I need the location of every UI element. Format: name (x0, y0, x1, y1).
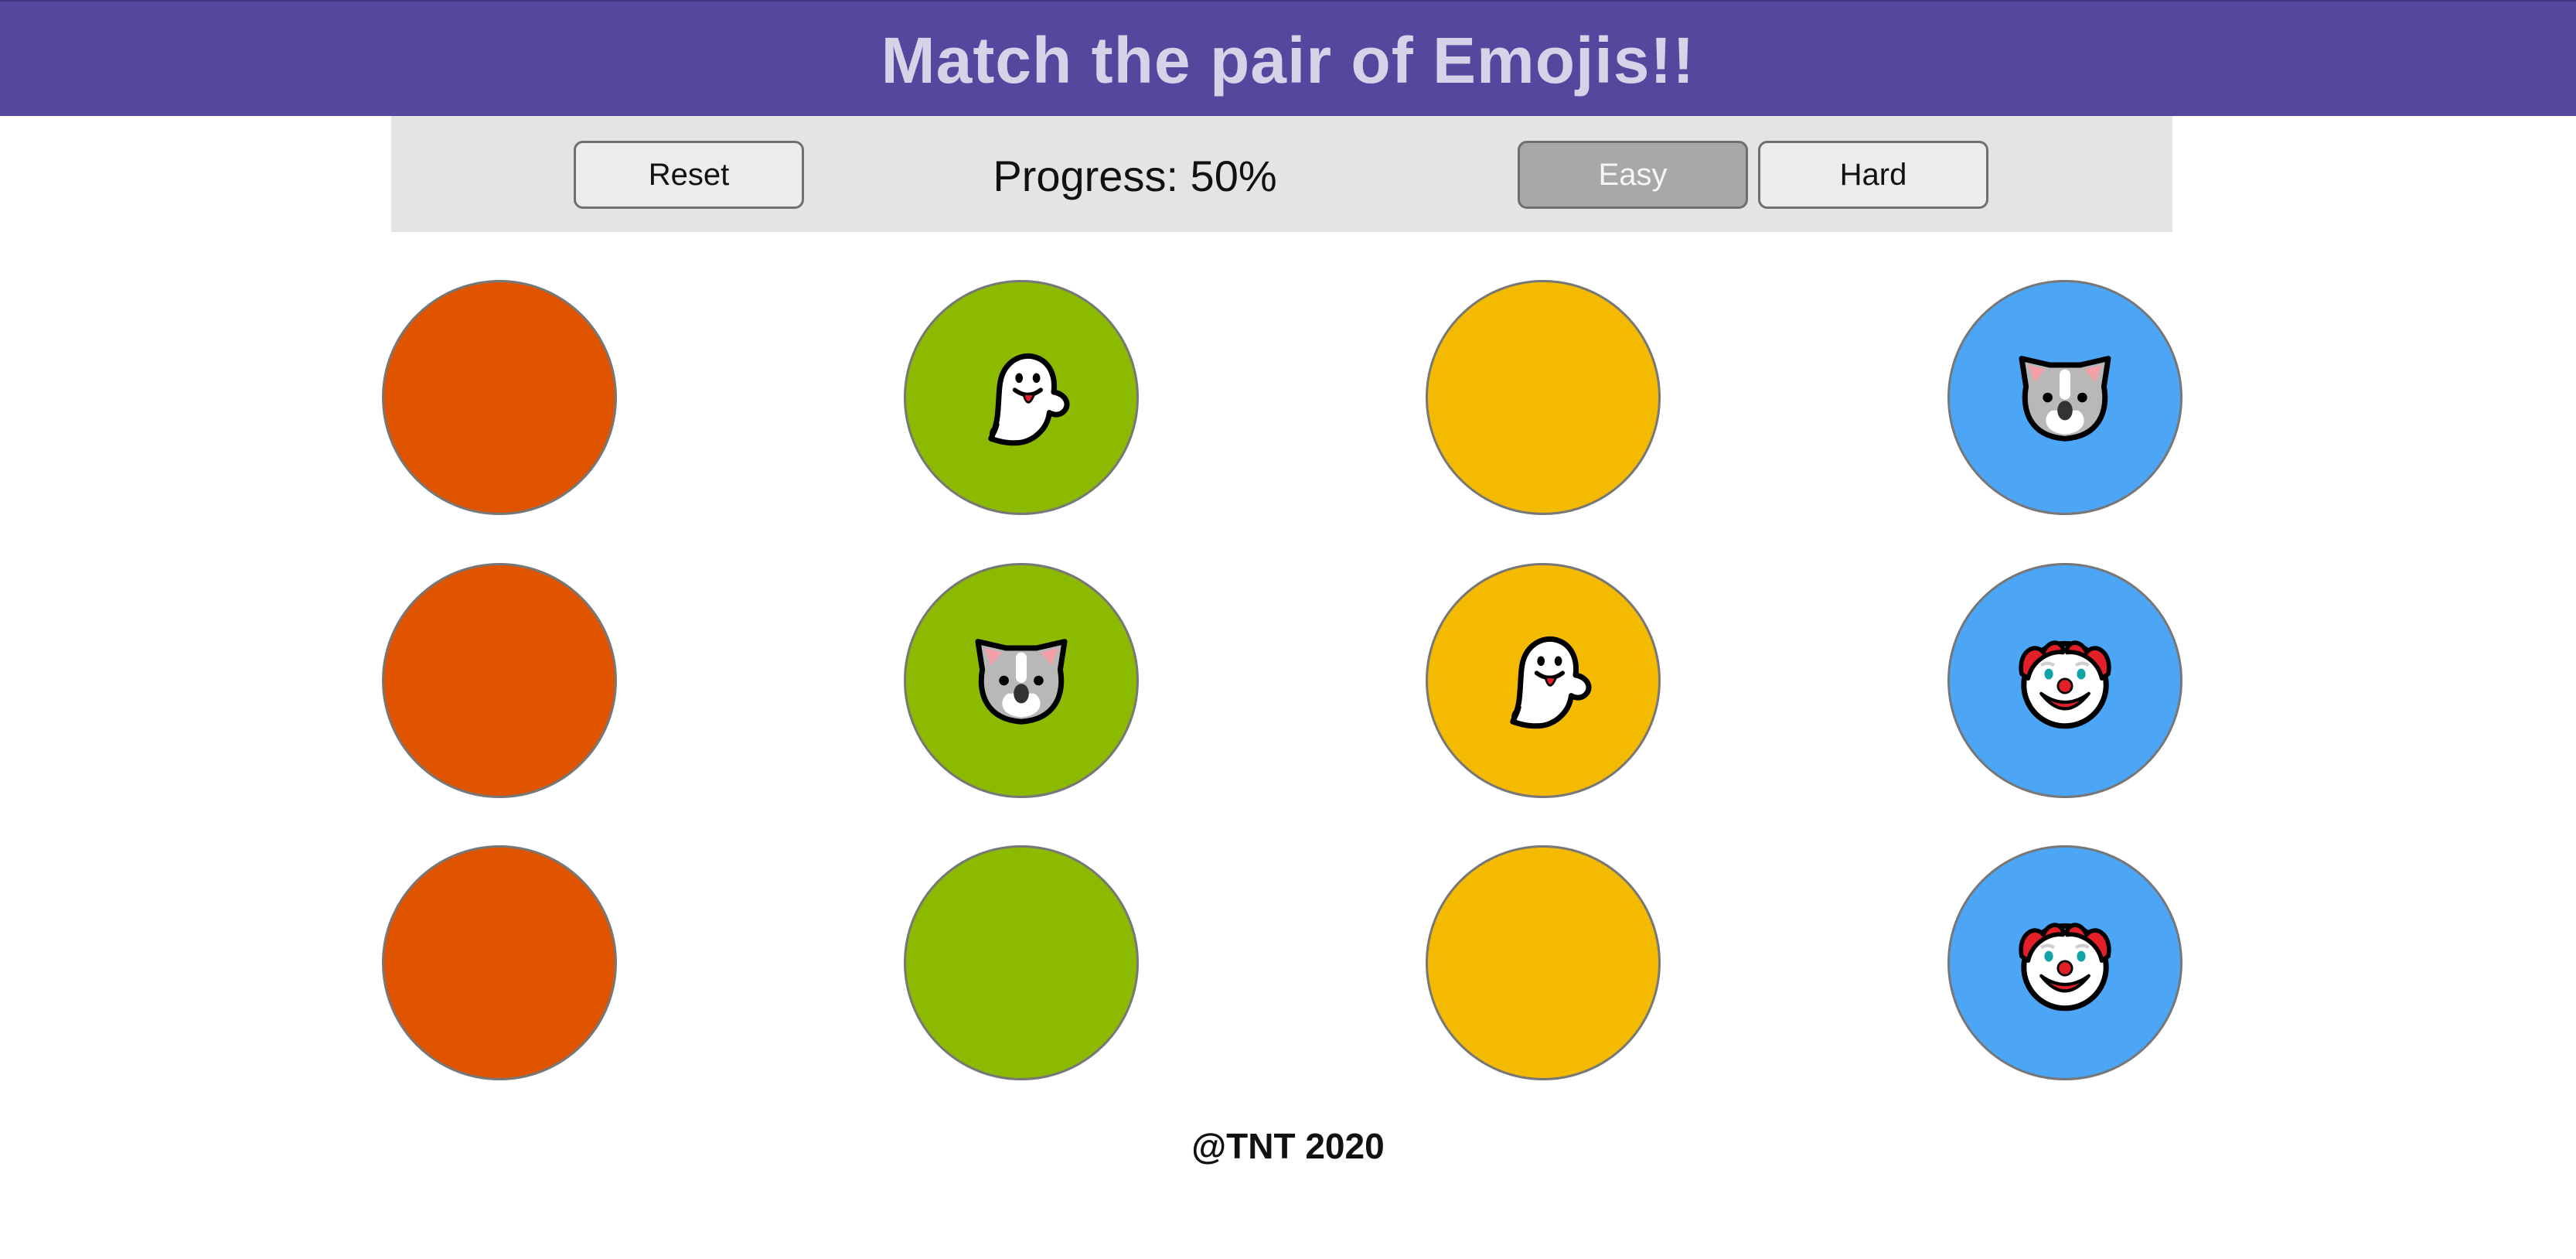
easy-mode-button[interactable]: Easy (1518, 141, 1748, 209)
card-10[interactable] (904, 845, 1139, 1080)
card-11[interactable] (1426, 845, 1661, 1080)
koala-icon (967, 626, 1075, 735)
app-header: Match the pair of Emojis!! (0, 0, 2576, 116)
clown-icon (2011, 909, 2119, 1017)
progress-text: Progress: 50% (993, 151, 1277, 200)
card-2[interactable] (904, 280, 1139, 515)
card-12[interactable] (1947, 845, 2182, 1080)
card-7[interactable] (1426, 563, 1661, 798)
card-6[interactable] (904, 563, 1139, 798)
card-5[interactable] (382, 563, 617, 798)
card-8[interactable] (1947, 563, 2182, 798)
clown-icon (2011, 626, 2119, 735)
card-3[interactable] (1426, 280, 1661, 515)
ghost-icon (1489, 626, 1597, 735)
controls-bar: Reset Progress: 50% Easy Hard (391, 116, 2172, 232)
page-title: Match the pair of Emojis!! (881, 23, 1695, 97)
footer-credit: @TNT 2020 (1191, 1126, 1385, 1166)
ghost-icon (967, 343, 1075, 452)
card-4[interactable] (1947, 280, 2182, 515)
card-9[interactable] (382, 845, 617, 1080)
card-1[interactable] (382, 280, 617, 515)
koala-icon (2011, 343, 2119, 452)
hard-mode-button[interactable]: Hard (1758, 141, 1988, 209)
reset-button[interactable]: Reset (574, 141, 804, 209)
